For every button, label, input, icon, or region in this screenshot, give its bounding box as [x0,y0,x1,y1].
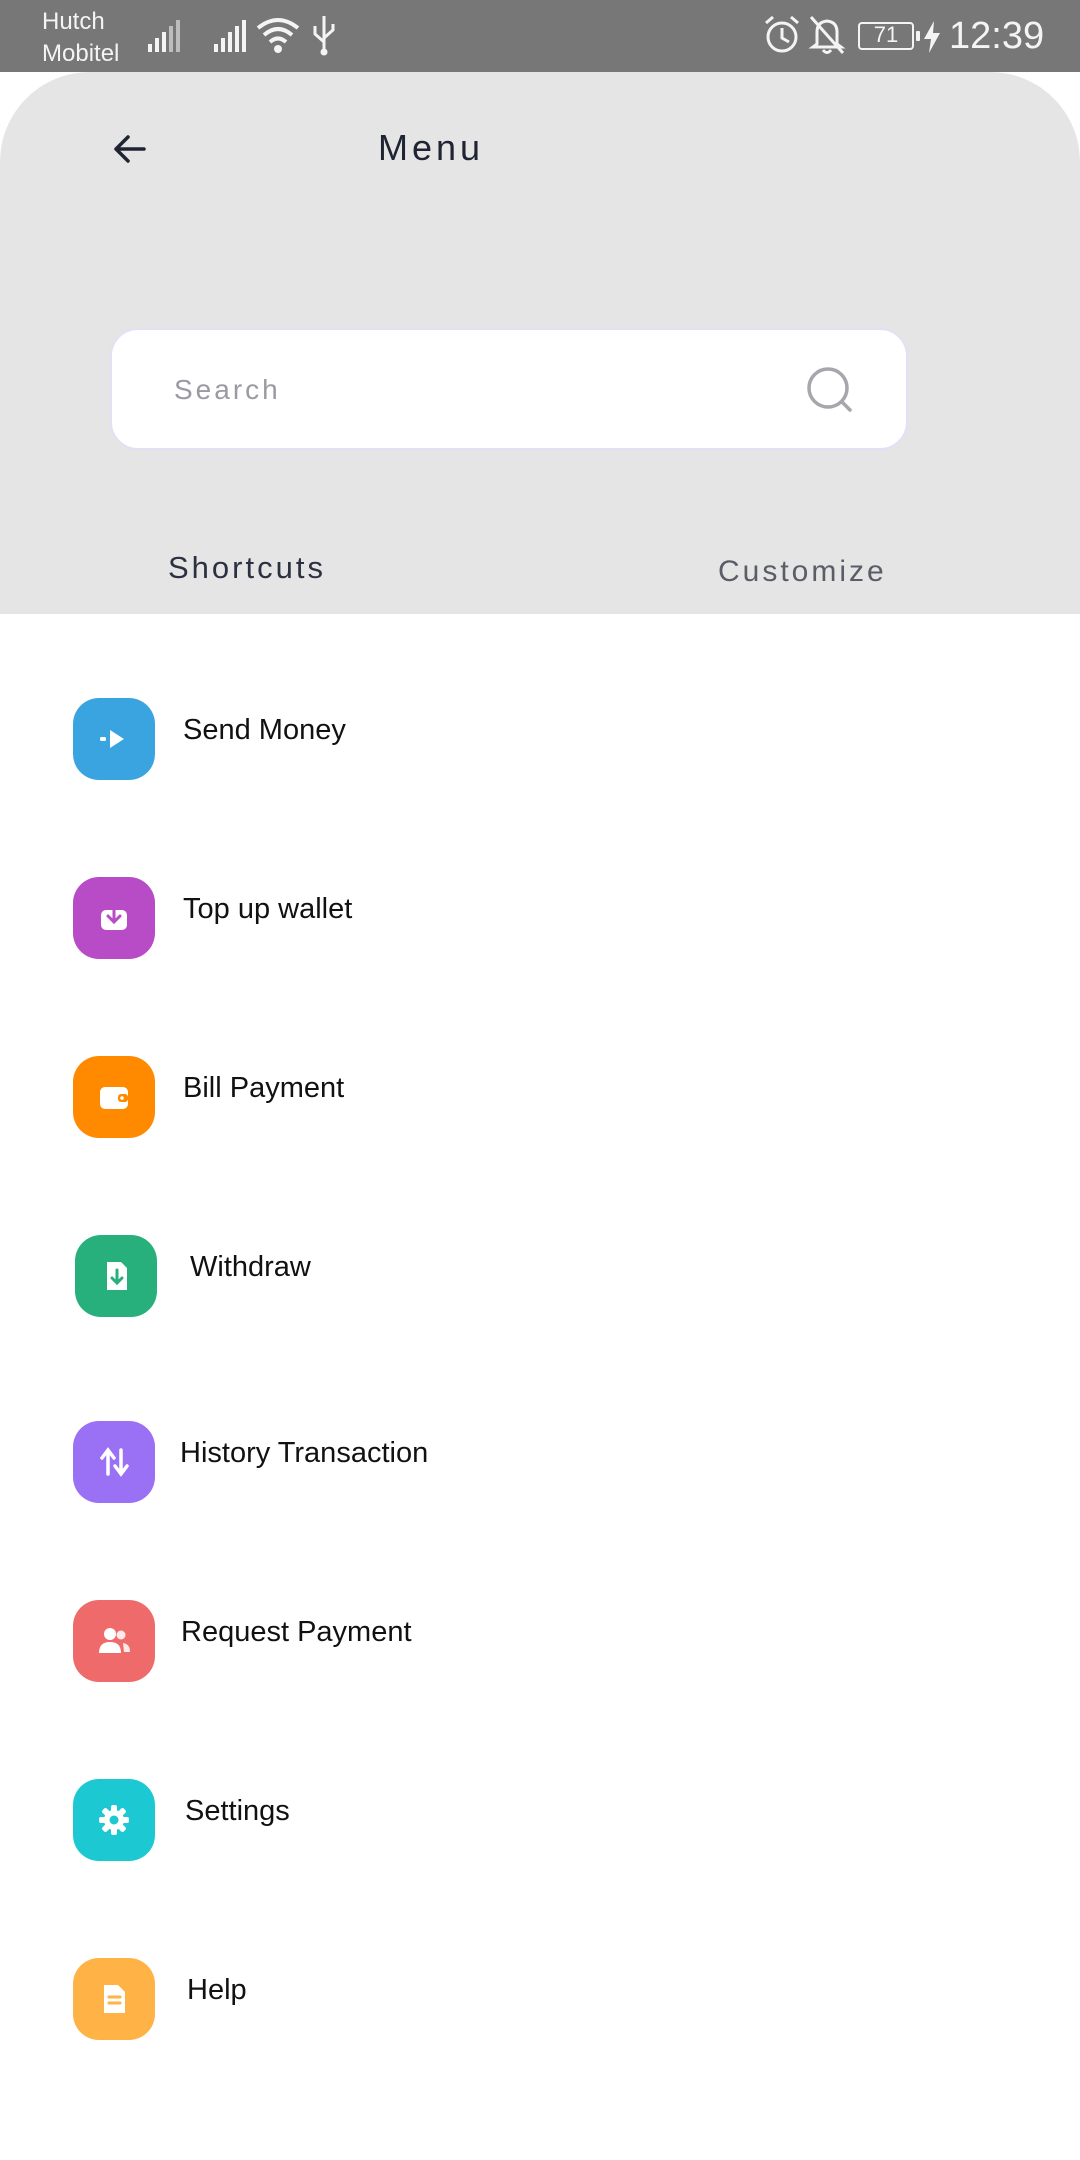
carrier-line-1: Hutch [42,8,105,35]
help-document-icon [73,1958,155,2040]
shortcuts-label: Shortcuts [168,550,326,585]
charging-icon [924,21,940,53]
menu-item-label: History Transaction [180,1437,429,1469]
customize-button[interactable]: Customize [718,552,887,592]
send-money-icon [73,698,155,780]
arrow-left-icon[interactable] [108,127,152,171]
signal-icon [148,20,180,52]
menu-item-label: Settings [185,1795,290,1827]
battery-icon: 71 [858,22,920,50]
menu-item-withdraw[interactable]: Withdraw [0,1215,1080,1335]
menu-item-settings[interactable]: Settings [0,1759,1080,1879]
wifi-icon [256,18,300,53]
menu-item-label: Help [187,1974,247,2006]
menu-item-history-transaction[interactable]: History Transaction [0,1401,1080,1521]
bell-off-icon [808,16,846,54]
signal-icon [214,20,246,52]
history-icon [73,1421,155,1503]
withdraw-icon [75,1235,157,1317]
gear-icon [73,1779,155,1861]
header: Menu Shortcuts Customize [0,72,1080,614]
menu-item-top-up-wallet[interactable]: Top up wallet [0,857,1080,977]
menu-item-label: Send Money [183,714,346,746]
request-payment-icon [73,1600,155,1682]
search-input[interactable] [172,364,776,416]
top-up-icon [73,877,155,959]
search-bar[interactable] [110,328,908,450]
menu-item-request-payment[interactable]: Request Payment [0,1580,1080,1700]
page-title: Menu [378,127,485,168]
carrier-name: Hutch Mobitel [42,6,119,70]
menu-item-help[interactable]: Help [0,1938,1080,2058]
menu-item-label: Withdraw [190,1251,311,1283]
usb-icon [313,16,335,56]
menu-item-label: Top up wallet [183,893,353,925]
search-icon[interactable] [800,360,860,420]
wallet-icon [73,1056,155,1138]
menu-item-label: Request Payment [181,1616,412,1648]
menu-item-label: Bill Payment [183,1072,345,1104]
status-bar: Hutch Mobitel 71 12:39 [0,0,1080,72]
clock: 12:39 [949,15,1045,57]
menu-item-bill-payment[interactable]: Bill Payment [0,1036,1080,1156]
alarm-icon [765,15,799,53]
menu-item-send-money[interactable]: Send Money [0,678,1080,798]
carrier-line-2: Mobitel [42,40,120,67]
